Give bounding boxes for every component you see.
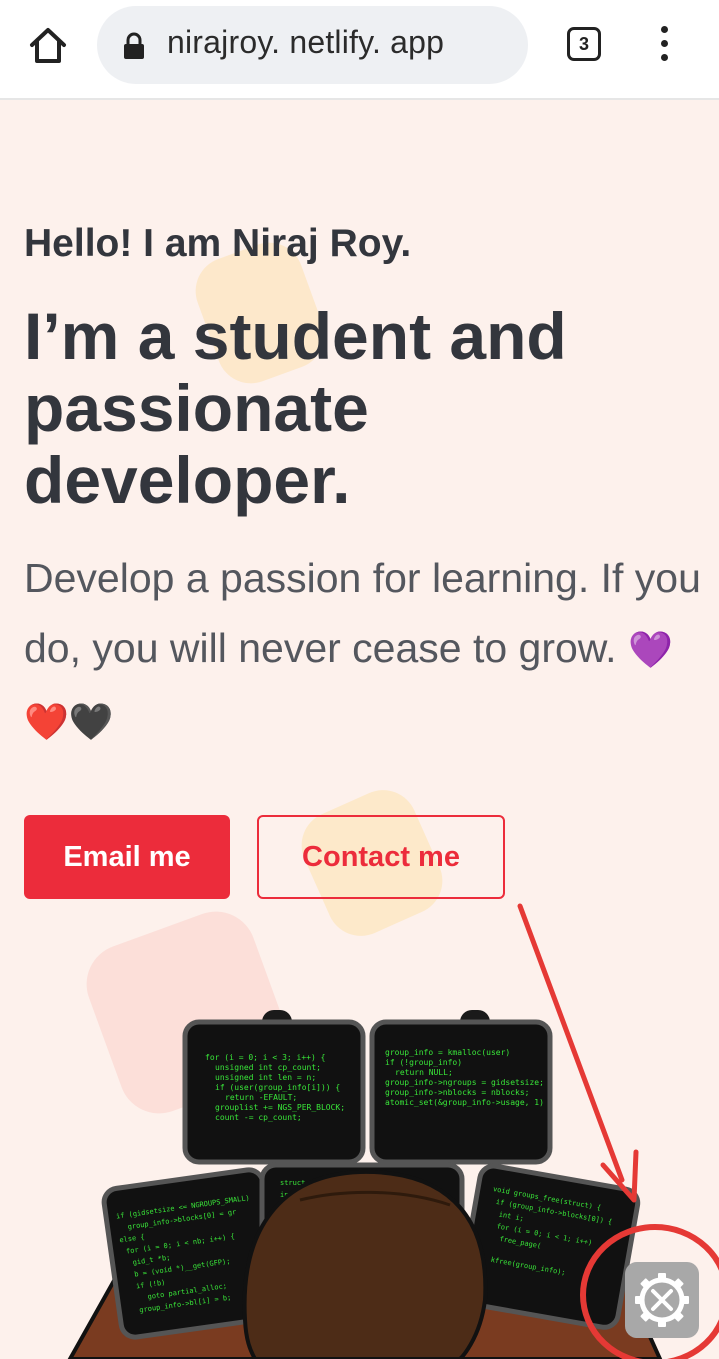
svg-text:for (i = 0; i < 3; i++) {: for (i = 0; i < 3; i++) {	[205, 1053, 325, 1062]
greeting: Hello! I am Niraj Roy.	[24, 222, 412, 265]
svg-text:atomic_set(&group_info->usage,: atomic_set(&group_info->usage, 1)	[385, 1098, 544, 1107]
tagline: Develop a passion for learning. If you d…	[24, 543, 714, 757]
browser-toolbar: nirajroy. netlify. app 3	[0, 0, 719, 100]
home-icon[interactable]	[26, 24, 70, 68]
contact-me-button[interactable]: Contact me	[257, 815, 505, 899]
svg-text:if (user(group_info[i])) {: if (user(group_info[i])) {	[215, 1083, 340, 1092]
svg-text:if (!group_info): if (!group_info)	[385, 1058, 462, 1067]
email-me-button[interactable]: Email me	[24, 815, 230, 899]
svg-text:unsigned int cp_count;: unsigned int cp_count;	[215, 1063, 321, 1072]
svg-text:group_info = kmalloc(user): group_info = kmalloc(user)	[385, 1048, 510, 1057]
tagline-text: Develop a passion for learning. If you d…	[24, 555, 701, 671]
svg-text:group_info->ngroups = gidsetsi: group_info->ngroups = gidsetsize;	[385, 1078, 544, 1087]
developer-illustration: for (i = 0; i < 3; i++) { unsigned int c…	[67, 1010, 663, 1359]
lock-icon	[123, 32, 145, 60]
address-bar[interactable]: nirajroy. netlify. app	[97, 6, 528, 84]
svg-text:grouplist += NGS_PER_BLOCK;: grouplist += NGS_PER_BLOCK;	[215, 1103, 345, 1112]
svg-text:group_info->nblocks = nblocks;: group_info->nblocks = nblocks;	[385, 1088, 530, 1097]
tab-count-button[interactable]: 3	[567, 27, 601, 61]
svg-text:return -EFAULT;: return -EFAULT;	[225, 1093, 297, 1102]
page-title: I’m a student and passionate developer.	[24, 299, 567, 517]
url-text: nirajroy. netlify. app	[167, 24, 445, 60]
settings-tools-icon[interactable]	[625, 1262, 699, 1338]
more-vert-icon[interactable]	[648, 26, 680, 66]
svg-text:unsigned int len = n;: unsigned int len = n;	[215, 1073, 316, 1082]
svg-text:count -= cp_count;: count -= cp_count;	[215, 1113, 302, 1122]
svg-text:return NULL;: return NULL;	[395, 1068, 453, 1077]
